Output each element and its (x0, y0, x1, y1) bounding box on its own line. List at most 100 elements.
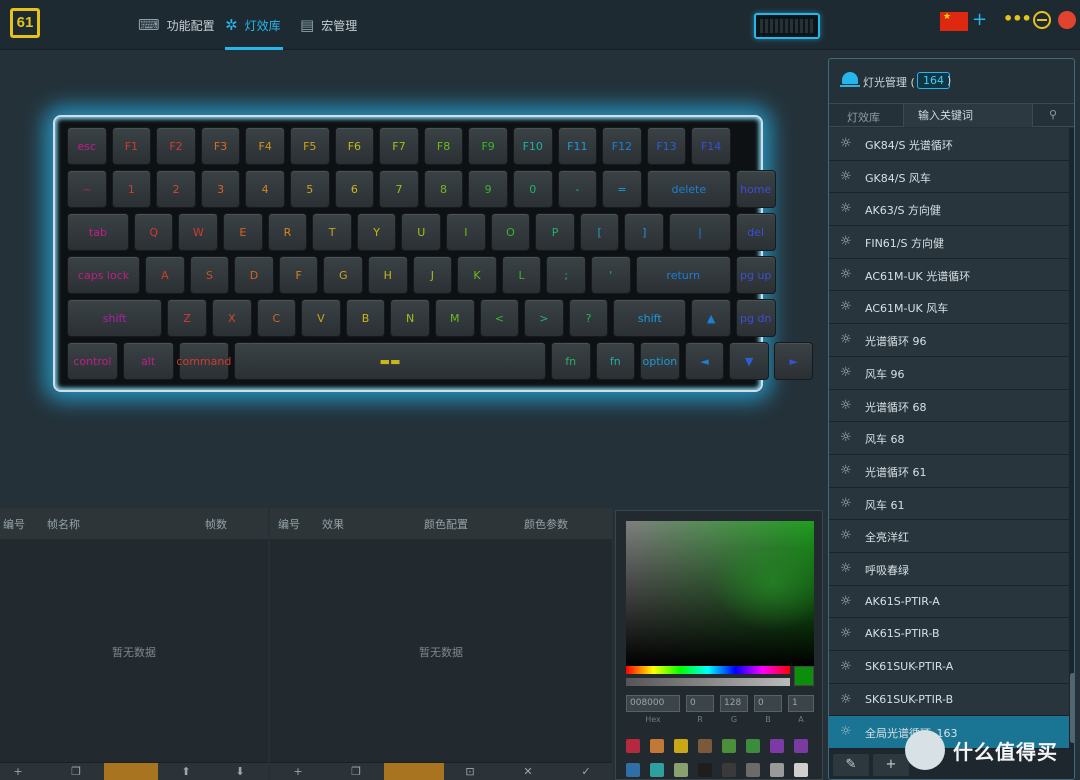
key[interactable]: Y (356, 213, 397, 251)
key[interactable]: pg dn (735, 299, 776, 337)
add-frame-icon[interactable]: + (8, 765, 28, 778)
key[interactable]: F6 (334, 127, 375, 165)
search-input[interactable]: 输入关键词 (903, 104, 1033, 127)
key[interactable]: 8 (423, 170, 464, 208)
key[interactable]: = (602, 170, 642, 208)
list-item[interactable]: ☼ 光谱循环 61 (829, 454, 1069, 488)
edit-icon[interactable]: ✎ (833, 754, 869, 776)
key[interactable]: return (635, 256, 731, 294)
list-item[interactable]: ☼ GK84/S 光谱循环 (829, 128, 1069, 161)
list-item[interactable]: ☼ SK61SUK-PTIR-A (829, 651, 1069, 684)
minimize-icon[interactable] (1033, 11, 1051, 29)
add-icon[interactable]: + (972, 9, 987, 30)
key[interactable]: K (457, 256, 497, 294)
key[interactable]: V (301, 299, 341, 337)
scrollbar[interactable] (1069, 128, 1074, 779)
key[interactable]: home (735, 170, 776, 208)
key[interactable]: ◄ (684, 342, 725, 380)
color-swatch[interactable] (770, 739, 784, 753)
key[interactable]: F1 (111, 127, 152, 165)
key[interactable]: C (256, 299, 297, 337)
key[interactable]: control (67, 342, 118, 380)
key[interactable]: pg up (735, 256, 776, 294)
key[interactable]: caps lock (67, 256, 141, 294)
key[interactable]: J (412, 256, 453, 294)
color-swatch[interactable] (698, 739, 712, 753)
key[interactable]: ▬▬ (234, 342, 546, 380)
list-item[interactable]: ☼ AC61M-UK 风车 (829, 291, 1069, 325)
key[interactable]: B (345, 299, 386, 337)
key[interactable]: ] (624, 213, 665, 251)
key[interactable]: ▲ (691, 299, 731, 337)
key[interactable]: command (176, 342, 231, 380)
color-swatch[interactable] (650, 739, 664, 753)
key[interactable]: I (446, 213, 486, 251)
key[interactable]: delete (646, 170, 731, 208)
key[interactable]: F2 (156, 127, 196, 165)
key[interactable]: T (312, 213, 352, 251)
key[interactable]: N (390, 299, 430, 337)
list-item[interactable]: ☼ AK61S-PTIR-B (829, 618, 1069, 651)
key[interactable]: shift (613, 299, 687, 337)
key[interactable]: F11 (557, 127, 598, 165)
key[interactable]: F14 (691, 127, 731, 165)
color-swatch[interactable] (794, 763, 808, 777)
color-swatch[interactable] (650, 763, 664, 777)
key[interactable]: Q (133, 213, 174, 251)
key[interactable]: fn (595, 342, 636, 380)
delete-frame-button[interactable] (104, 763, 158, 780)
key[interactable]: H (368, 256, 408, 294)
key[interactable]: L (501, 256, 542, 294)
key[interactable]: R (267, 213, 308, 251)
key[interactable]: 1 (111, 170, 152, 208)
color-swatch[interactable] (674, 739, 688, 753)
list-item[interactable]: ☼ AK61S-PTIR-A (829, 585, 1069, 619)
key[interactable]: [ (579, 213, 620, 251)
key[interactable]: O (490, 213, 531, 251)
key[interactable]: S (189, 256, 230, 294)
hex-input[interactable]: 008000 (626, 695, 680, 712)
key[interactable]: ' (590, 256, 631, 294)
key[interactable]: M (434, 299, 475, 337)
key[interactable]: 3 (200, 170, 241, 208)
key[interactable]: F13 (646, 127, 687, 165)
key[interactable]: 0 (512, 170, 553, 208)
green-input[interactable]: 128 (720, 695, 748, 712)
color-swatch[interactable] (722, 739, 736, 753)
hue-slider[interactable] (626, 666, 790, 674)
color-swatch[interactable] (746, 739, 760, 753)
search-icon[interactable]: ⚲ (1049, 108, 1057, 121)
key[interactable]: 6 (334, 170, 375, 208)
list-item[interactable]: ☼ 风车 61 (829, 487, 1069, 521)
key[interactable]: F (278, 256, 319, 294)
key[interactable]: A (145, 256, 185, 294)
color-swatch[interactable] (746, 763, 760, 777)
list-item[interactable]: ☼ 呼吸春绿 (829, 552, 1069, 586)
key[interactable]: F7 (379, 127, 419, 165)
key[interactable]: ? (568, 299, 609, 337)
key[interactable]: ~ (67, 170, 107, 208)
alpha-slider[interactable] (626, 678, 790, 686)
list-item[interactable]: ☼ AK63/S 方向健 (829, 193, 1069, 227)
key[interactable]: ; (546, 256, 586, 294)
close-icon[interactable] (1058, 11, 1076, 29)
color-swatch[interactable] (794, 739, 808, 753)
color-swatch[interactable] (698, 763, 712, 777)
copy-effect-icon[interactable]: ❐ (346, 765, 366, 778)
key[interactable]: del (735, 213, 776, 251)
blue-input[interactable]: 0 (754, 695, 782, 712)
copy-frame-icon[interactable]: ❐ (66, 765, 86, 778)
key[interactable]: 9 (468, 170, 508, 208)
color-swatch[interactable] (626, 739, 640, 753)
move-down-icon[interactable]: ⬇ (230, 765, 250, 778)
key[interactable]: F8 (423, 127, 464, 165)
key[interactable]: E (223, 213, 263, 251)
cancel-icon[interactable]: ✕ (518, 765, 538, 778)
add-effect-icon[interactable]: + (873, 754, 909, 776)
key[interactable]: P (535, 213, 575, 251)
list-item[interactable]: ☼ SK61SUK-PTIR-B (829, 683, 1069, 717)
tab-macro-management[interactable]: ▤ 宏管理 (300, 0, 357, 50)
key[interactable]: F5 (289, 127, 330, 165)
list-item[interactable]: ☼ AC61M-UK 光谱循环 (829, 258, 1069, 292)
key[interactable]: 4 (245, 170, 285, 208)
